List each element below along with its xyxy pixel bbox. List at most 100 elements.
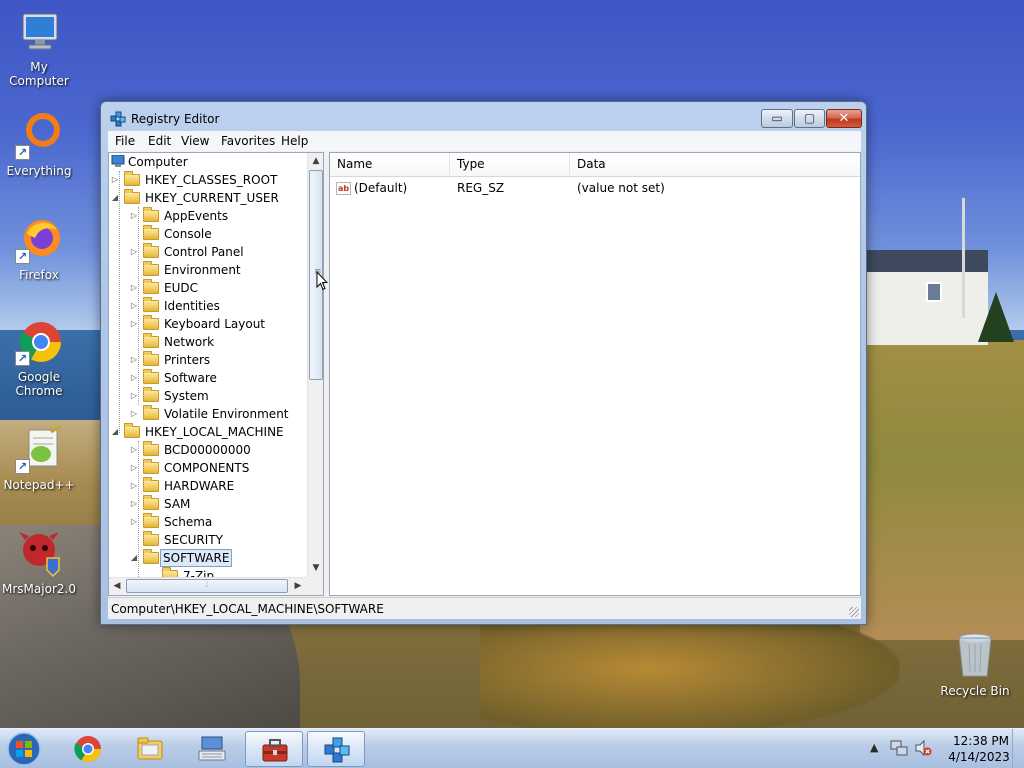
expand-arrow-icon[interactable]: ▷ (129, 207, 139, 225)
folder-icon (143, 387, 159, 402)
taskbar-chrome[interactable] (59, 731, 117, 767)
folder-icon (143, 297, 159, 312)
folder-icon (124, 171, 140, 186)
expand-arrow-icon[interactable]: ▷ (129, 477, 139, 495)
tree-item-label: Software (164, 371, 217, 385)
expand-arrow-icon[interactable]: ▷ (129, 441, 139, 459)
network-icon[interactable] (890, 739, 908, 760)
expand-arrow-icon[interactable]: ▷ (129, 405, 139, 423)
menu-edit[interactable]: Edit (148, 134, 171, 148)
desktop-icon-recycle-bin[interactable]: Recycle Bin (936, 632, 1014, 698)
scroll-left-arrow-icon[interactable]: ◀ (109, 578, 125, 595)
show-hidden-icons-arrow-icon[interactable]: ▲ (870, 741, 878, 754)
list-item[interactable]: ab (Default) REG_SZ (value not set) (330, 179, 860, 198)
registry-tree[interactable]: Computer ▷ HKEY_CLASSES_ROOT ◢ HKEY_CURR… (108, 152, 324, 596)
scroll-corner (307, 577, 323, 595)
desktop-icon-everything[interactable]: ↗ Everything (0, 112, 78, 178)
desktop-icon-label: Notepad++ (3, 478, 75, 492)
desktop-icon-label: My Computer (9, 60, 69, 88)
folder-icon (143, 279, 159, 294)
desktop-icon-firefox[interactable]: ↗ Firefox (0, 216, 78, 282)
column-header-type[interactable]: Type (450, 153, 570, 176)
scroll-down-arrow-icon[interactable]: ▼ (308, 560, 323, 577)
tree-item-label: SAM (164, 497, 191, 511)
resize-grip-icon[interactable] (849, 607, 859, 617)
menu-help[interactable]: Help (281, 134, 308, 148)
expand-arrow-icon[interactable]: ▷ (129, 351, 139, 369)
folder-icon (143, 459, 159, 474)
desktop-icon-notepad-plus-plus[interactable]: ↗ Notepad++ (0, 424, 78, 492)
expand-arrow-icon[interactable]: ▷ (129, 369, 139, 387)
taskbar-file-explorer[interactable] (121, 731, 179, 767)
taskbar-keyboard-app[interactable] (183, 731, 241, 767)
tree-item-label: EUDC (164, 281, 198, 295)
scroll-right-arrow-icon[interactable]: ▶ (290, 578, 306, 595)
menu-view[interactable]: View (181, 134, 209, 148)
desktop-icon-my-computer[interactable]: My Computer (0, 8, 78, 88)
taskbar: ▲ 12:38 PM 4/14/2023 (0, 728, 1024, 768)
start-orb-icon (7, 732, 41, 766)
wallpaper-house (866, 250, 988, 345)
expand-arrow-icon[interactable]: ▷ (129, 513, 139, 531)
tree-vertical-scrollbar[interactable]: ▲ ≡ ▼ (307, 153, 323, 577)
desktop-icon-mrsmajor[interactable]: MrsMajor2.0 (0, 530, 78, 596)
minimize-button[interactable]: ▭ (761, 109, 793, 128)
menu-favorites[interactable]: Favorites (221, 134, 275, 148)
mrsmajor-icon (15, 530, 63, 578)
folder-icon (143, 333, 159, 348)
show-desktop-button[interactable] (1012, 729, 1024, 768)
value-name: (Default) (354, 181, 408, 195)
taskbar-registry-editor[interactable] (307, 731, 365, 767)
registry-editor-window[interactable]: Registry Editor ▭ ▢ ✕ File Edit View Fav… (100, 101, 867, 625)
desktop-icon-google-chrome[interactable]: ↗ Google Chrome (0, 318, 78, 398)
tree-item-label: Computer (128, 155, 188, 169)
collapse-arrow-icon[interactable]: ◢ (129, 549, 139, 567)
desktop-icon-label: Recycle Bin (940, 684, 1010, 698)
scroll-up-arrow-icon[interactable]: ▲ (308, 153, 323, 170)
system-tray: ▲ 12:38 PM 4/14/2023 (862, 729, 1024, 768)
clock-time[interactable]: 12:38 PM (948, 734, 1014, 748)
folder-icon (143, 369, 159, 384)
tree-item-label: Control Panel (164, 245, 244, 259)
maximize-button[interactable]: ▢ (794, 109, 825, 128)
expand-arrow-icon[interactable]: ▷ (129, 387, 139, 405)
collapse-arrow-icon[interactable]: ◢ (110, 189, 120, 207)
expand-arrow-icon[interactable]: ▷ (110, 171, 120, 189)
expand-arrow-icon[interactable]: ▷ (129, 459, 139, 477)
tree-item-label: HKEY_CURRENT_USER (145, 191, 279, 205)
shortcut-arrow-icon: ↗ (15, 249, 30, 264)
tree-rows: Computer ▷ HKEY_CLASSES_ROOT ◢ HKEY_CURR… (109, 153, 307, 577)
scroll-thumb[interactable]: ⦙ (126, 579, 288, 593)
values-list[interactable]: Name Type Data ab (Default) REG_SZ (valu… (329, 152, 861, 596)
column-header-name[interactable]: Name (330, 153, 450, 176)
minimize-icon: ▭ (771, 111, 783, 125)
expand-arrow-icon[interactable]: ▷ (129, 315, 139, 333)
computer-icon (15, 8, 63, 56)
expand-arrow-icon[interactable]: ▷ (129, 495, 139, 513)
tree-item-label: BCD00000000 (164, 443, 251, 457)
tree-item-label: Network (164, 335, 215, 349)
tree-horizontal-scrollbar[interactable]: ◀ ⦙ ▶ (109, 577, 307, 595)
status-path: Computer\HKEY_LOCAL_MACHINE\SOFTWARE (111, 602, 384, 616)
folder-icon (143, 261, 159, 276)
value-type: REG_SZ (457, 181, 505, 195)
volume-muted-icon[interactable] (914, 739, 932, 760)
firefox-icon: ↗ (15, 216, 63, 264)
folder-open-icon (124, 423, 140, 438)
column-header-data[interactable]: Data (570, 153, 860, 176)
maximize-icon: ▢ (803, 111, 816, 125)
menu-file[interactable]: File (115, 134, 135, 148)
collapse-arrow-icon[interactable]: ◢ (110, 423, 120, 441)
folder-icon (143, 405, 159, 420)
expand-arrow-icon[interactable]: ▷ (129, 243, 139, 261)
clock-date[interactable]: 4/14/2023 (944, 750, 1014, 764)
wallpaper-field (860, 340, 1024, 640)
taskbar-toolbox-app[interactable] (245, 731, 303, 767)
title-bar[interactable]: Registry Editor ▭ ▢ ✕ (101, 102, 866, 132)
expand-arrow-icon[interactable]: ▷ (129, 279, 139, 297)
close-button[interactable]: ✕ (826, 109, 862, 128)
expand-arrow-icon[interactable]: ▷ (129, 297, 139, 315)
folder-icon (143, 315, 159, 330)
folder-open-icon (143, 549, 159, 564)
start-button[interactable] (4, 730, 44, 768)
